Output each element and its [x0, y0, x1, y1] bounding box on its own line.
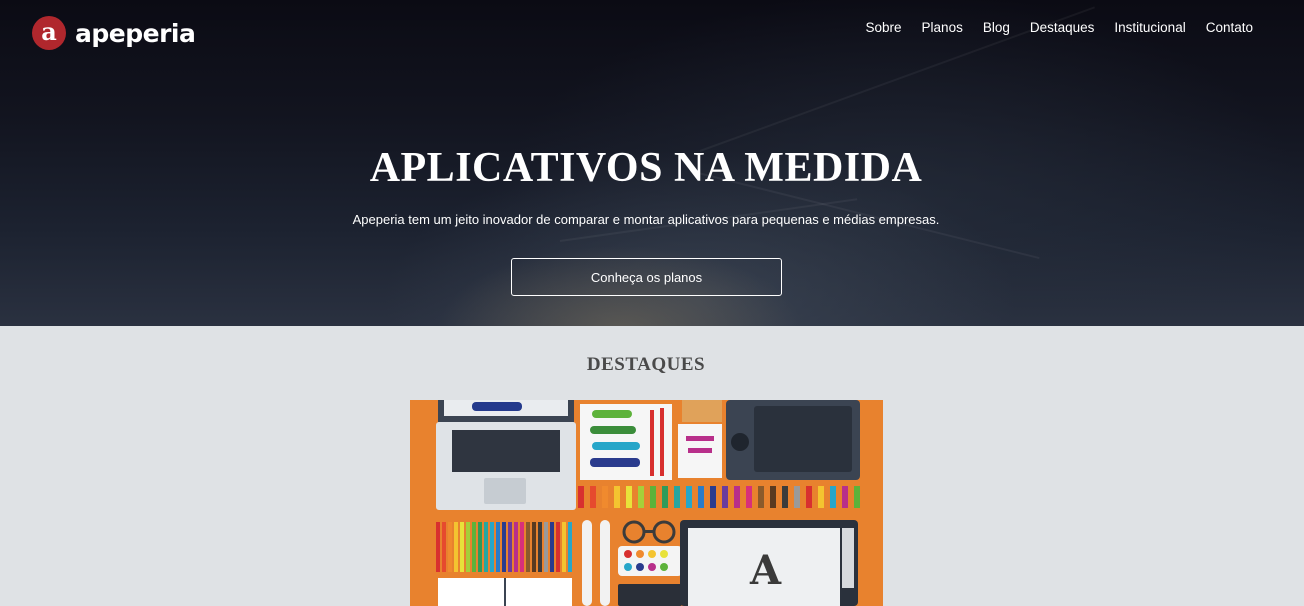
nav-item-contato[interactable]: Contato: [1206, 20, 1253, 35]
hero-section: a apeperia Sobre Planos Blog Destaques I…: [0, 0, 1304, 326]
logo-link[interactable]: a apeperia: [32, 16, 196, 50]
hero-subtitle: Apeperia tem um jeito inovador de compar…: [352, 212, 940, 227]
main-nav: Sobre Planos Blog Destaques Instituciona…: [866, 20, 1253, 35]
featured-image[interactable]: A: [410, 400, 883, 606]
nav-item-blog[interactable]: Blog: [983, 20, 1010, 35]
svg-text:A: A: [749, 547, 782, 594]
designer-desk-illustration-icon: A: [410, 400, 883, 606]
hero-title: APLICATIVOS NA MEDIDA: [369, 145, 923, 191]
plans-cta-button[interactable]: Conheça os planos: [511, 258, 782, 296]
featured-section-title: DESTAQUES: [586, 354, 706, 375]
logo-letter: a: [41, 16, 57, 46]
nav-item-sobre[interactable]: Sobre: [866, 20, 902, 35]
nav-item-institucional[interactable]: Institucional: [1114, 20, 1185, 35]
nav-item-planos[interactable]: Planos: [922, 20, 963, 35]
nav-item-destaques[interactable]: Destaques: [1030, 20, 1095, 35]
logo-text: apeperia: [75, 18, 196, 48]
logo-icon: a: [32, 16, 66, 50]
